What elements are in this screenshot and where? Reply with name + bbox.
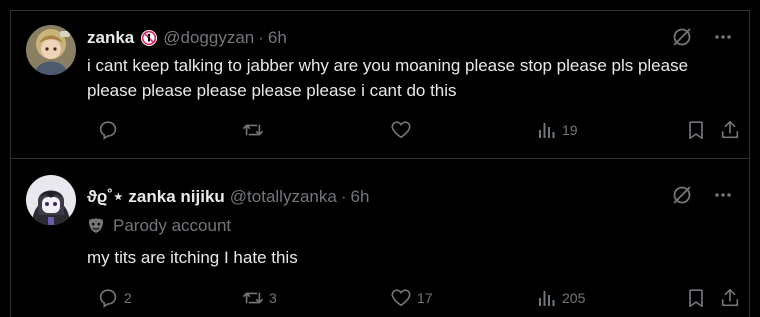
post-content: ϑϱ˚⋆ zanka nijiku @totallyzanka · 6h Par…: [87, 186, 737, 270]
post[interactable]: zanka @doggyzan · 6h i cant keep talking…: [11, 11, 749, 159]
repost-count: 3: [269, 290, 277, 306]
heart-icon: [391, 289, 411, 307]
timeline: zanka @doggyzan · 6h i cant keep talking…: [10, 10, 750, 317]
separator-dot: ·: [340, 187, 347, 206]
like-button[interactable]: [390, 118, 417, 142]
avatar[interactable]: [26, 175, 76, 225]
views-icon: [539, 123, 555, 138]
bookmark-icon: [689, 121, 703, 140]
share-button[interactable]: [719, 118, 741, 142]
timestamp[interactable]: 6h: [351, 187, 370, 207]
parody-label: Parody account: [87, 216, 737, 236]
repost-button[interactable]: 3: [242, 286, 277, 310]
grok-icon[interactable]: [671, 26, 693, 48]
post-header-actions: [671, 26, 733, 48]
repost-icon: [243, 292, 263, 304]
post-text: i cant keep talking to jabber why are yo…: [87, 56, 689, 100]
repost-button[interactable]: [242, 118, 269, 142]
share-icon: [721, 288, 739, 307]
share-button[interactable]: [719, 286, 741, 310]
reply-button[interactable]: 2: [97, 286, 132, 310]
post-header-actions: [671, 184, 733, 206]
post-header: ϑϱ˚⋆ zanka nijiku @totallyzanka · 6h: [87, 186, 737, 208]
avatar[interactable]: [26, 25, 76, 75]
display-name[interactable]: zanka: [87, 28, 134, 48]
timestamp[interactable]: 6h: [268, 28, 287, 48]
heart-icon: [391, 121, 411, 139]
reply-icon: [99, 121, 117, 140]
view-count: 19: [562, 122, 578, 138]
post-content: zanka @doggyzan · 6h i cant keep talking…: [87, 27, 737, 103]
share-icon: [721, 120, 739, 139]
post-actions: 19: [87, 118, 739, 142]
grok-icon[interactable]: [671, 184, 693, 206]
bookmark-button[interactable]: [685, 118, 707, 142]
like-count: 17: [417, 290, 433, 306]
parody-text: Parody account: [113, 216, 232, 235]
display-name[interactable]: ϑϱ˚⋆ zanka nijiku: [87, 187, 225, 207]
post-header: zanka @doggyzan · 6h: [87, 27, 737, 49]
post-text: my tits are itching I hate this: [87, 248, 298, 267]
bookmark-icon: [689, 289, 703, 308]
mask-icon: [88, 218, 104, 233]
bookmark-button[interactable]: [685, 286, 707, 310]
view-count: 205: [562, 290, 586, 306]
more-icon[interactable]: [713, 185, 733, 205]
more-icon[interactable]: [713, 27, 733, 47]
reply-icon: [99, 289, 117, 308]
handle[interactable]: @totallyzanka: [230, 187, 337, 207]
no-entry-badge-icon: [140, 29, 158, 47]
views-button[interactable]: 205: [537, 286, 585, 310]
reply-count: 2: [124, 290, 132, 306]
post-actions: 2 3 17 205: [87, 286, 739, 310]
post[interactable]: ϑϱ˚⋆ zanka nijiku @totallyzanka · 6h Par…: [11, 160, 749, 317]
handle[interactable]: @doggyzan: [163, 28, 254, 48]
like-button[interactable]: 17: [390, 286, 433, 310]
views-button[interactable]: 19: [537, 118, 578, 142]
repost-icon: [243, 124, 263, 136]
views-icon: [539, 291, 555, 306]
separator-dot: ·: [258, 28, 264, 47]
reply-button[interactable]: [97, 118, 124, 142]
